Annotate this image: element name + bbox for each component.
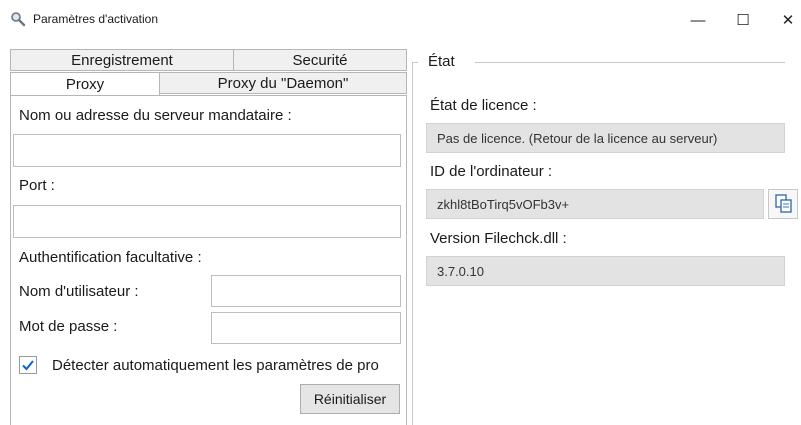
password-label: Mot de passe : bbox=[19, 318, 118, 335]
port-input[interactable] bbox=[13, 205, 401, 238]
autodetect-label: Détecter automatiquement les paramètres … bbox=[52, 357, 379, 374]
tab-securite[interactable]: Securité bbox=[233, 49, 407, 71]
state-group-title: État bbox=[428, 53, 455, 70]
autodetect-checkbox[interactable] bbox=[19, 356, 37, 374]
username-label: Nom d'utilisateur : bbox=[19, 283, 139, 300]
version-field: 3.7.0.10 bbox=[426, 256, 785, 286]
license-status-field: Pas de licence. (Retour de la licence au… bbox=[426, 123, 785, 153]
computer-id-field: zkhl8tBoTirq5vOFb3v+ bbox=[426, 189, 764, 219]
maximize-button[interactable]: ☐ bbox=[720, 0, 766, 40]
tab-proxy-daemon[interactable]: Proxy du "Daemon" bbox=[159, 72, 407, 94]
server-input[interactable] bbox=[13, 134, 401, 167]
magnifier-icon bbox=[11, 12, 26, 27]
tab-proxy[interactable]: Proxy bbox=[10, 72, 160, 96]
window-title: Paramètres d'activation bbox=[33, 12, 159, 26]
tab-enregistrement[interactable]: Enregistrement bbox=[10, 49, 234, 71]
password-input[interactable] bbox=[211, 312, 401, 344]
port-label: Port : bbox=[19, 177, 55, 194]
computer-id-label: ID de l'ordinateur : bbox=[430, 163, 553, 180]
license-label: État de licence : bbox=[430, 97, 537, 114]
group-border bbox=[475, 62, 785, 63]
copy-button[interactable] bbox=[768, 189, 798, 219]
copy-icon bbox=[775, 194, 792, 213]
group-border bbox=[412, 62, 413, 425]
username-input[interactable] bbox=[211, 275, 401, 307]
minimize-button[interactable]: — bbox=[675, 0, 721, 40]
auth-label: Authentification facultative : bbox=[19, 249, 202, 266]
checkmark-icon bbox=[22, 360, 34, 371]
version-label: Version Filechck.dll : bbox=[430, 230, 567, 247]
close-button[interactable]: ✕ bbox=[765, 0, 801, 40]
server-label: Nom ou adresse du serveur mandataire : bbox=[19, 107, 292, 124]
reset-button[interactable]: Réinitialiser bbox=[300, 384, 400, 414]
